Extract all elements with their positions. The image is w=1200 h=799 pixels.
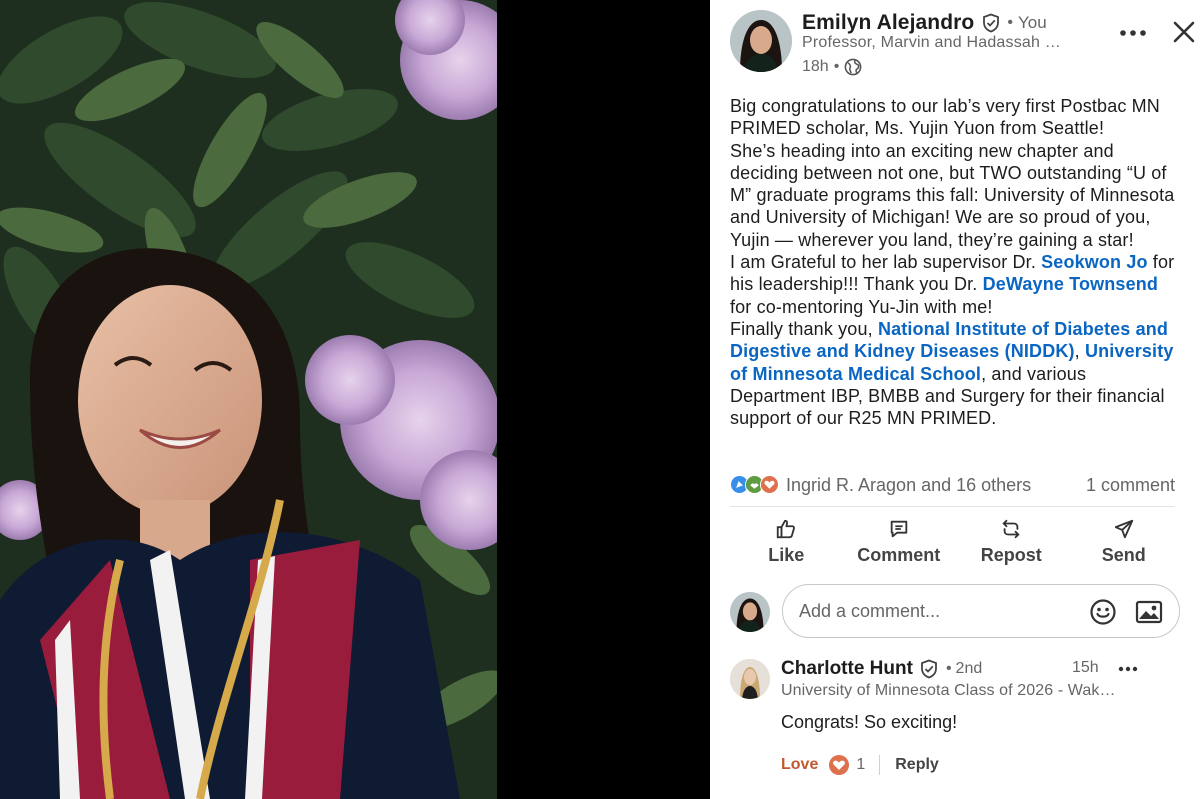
post-paragraph-3: I am Grateful to her lab supervisor Dr. … (730, 251, 1180, 318)
comment-text: Congrats! So exciting! (781, 712, 958, 732)
more-horizontal-icon (1118, 666, 1138, 672)
like-button[interactable]: Like (730, 514, 843, 570)
author-info: Emilyn Alejandro • You Professor, Marvin… (802, 10, 1072, 78)
comment-actions: Love 1 Reply (781, 753, 939, 777)
comment-label: Comment (857, 545, 941, 565)
post-body: Big congratulations to our lab’s very fi… (730, 95, 1180, 429)
post-text: , (1074, 341, 1085, 362)
comment-input-container (782, 584, 1180, 638)
more-horizontal-icon (1120, 30, 1146, 36)
comment-more-options-button[interactable] (1116, 661, 1140, 677)
commenter-avatar[interactable] (730, 659, 770, 699)
commenter-headline: University of Minnesota Class of 2026 - … (781, 682, 1116, 699)
degree-separator: • (945, 660, 952, 677)
comment-bubble-icon (888, 518, 910, 540)
globe-icon (844, 58, 862, 76)
divider (730, 506, 1175, 507)
post-time: 18h (802, 58, 829, 75)
send-icon (1113, 518, 1135, 540)
mention-link[interactable]: Seokwon Jo (1041, 252, 1148, 272)
post-paragraph-2: She’s heading into an exciting new chapt… (730, 140, 1175, 250)
reply-button[interactable]: Reply (895, 756, 939, 774)
post-photo[interactable] (0, 0, 497, 799)
post-actions: Like Comment Repost Send (730, 514, 1180, 570)
emoji-icon[interactable] (1089, 598, 1117, 626)
love-icon (760, 475, 780, 495)
photo-viewer (0, 0, 710, 799)
comment-item: Charlotte Hunt • 2nd 15h University of M… (730, 655, 1180, 785)
author-name[interactable]: Emilyn Alejandro (802, 11, 974, 35)
commenter-name[interactable]: Charlotte Hunt (781, 658, 913, 680)
post-text: for co-mentoring Yu-Jin with me! (730, 296, 993, 317)
comment-input[interactable] (799, 600, 1079, 622)
close-button[interactable] (1168, 16, 1200, 48)
comment-button[interactable]: Comment (843, 514, 956, 570)
post-text: I am Grateful to her lab supervisor Dr. (730, 252, 1042, 273)
send-button[interactable]: Send (1068, 514, 1181, 570)
author-avatar[interactable] (730, 10, 792, 72)
comment-reaction-count[interactable]: 1 (856, 756, 865, 774)
post-header: Emilyn Alejandro • You Professor, Marvin… (730, 10, 1195, 80)
reactions-summary[interactable]: Ingrid R. Aragon and 16 others (730, 475, 1031, 496)
time-separator: • (833, 58, 840, 75)
comment-reaction-button[interactable]: Love (781, 756, 818, 774)
like-label: Like (768, 545, 805, 565)
reaction-icons (730, 475, 780, 495)
relation-label: You (1017, 13, 1047, 32)
verified-shield-icon (919, 659, 939, 679)
repost-label: Repost (980, 545, 1042, 565)
connection-degree: 2nd (955, 660, 983, 677)
repost-button[interactable]: Repost (955, 514, 1068, 570)
verified-shield-icon (981, 13, 1001, 33)
comments-count[interactable]: 1 comment (1086, 475, 1175, 496)
mention-link[interactable]: DeWayne Townsend (983, 274, 1158, 294)
post-more-options-button[interactable] (1116, 22, 1150, 44)
thumbs-up-icon (775, 518, 797, 540)
love-icon (829, 755, 850, 775)
divider (879, 755, 881, 775)
author-headline: Professor, Marvin and Hadassah … (802, 34, 1061, 51)
image-icon[interactable] (1135, 599, 1163, 625)
post-detail-panel: Emilyn Alejandro • You Professor, Marvin… (710, 0, 1200, 799)
social-counts: Ingrid R. Aragon and 16 others 1 comment (730, 472, 1175, 498)
reactions-text: Ingrid R. Aragon and 16 others (786, 474, 1032, 495)
current-user-avatar[interactable] (730, 592, 770, 632)
post-text: Finally thank you, (730, 318, 878, 339)
post-paragraph-1: Big congratulations to our lab’s very fi… (730, 96, 1160, 139)
send-label: Send (1101, 545, 1146, 565)
repost-icon (1000, 518, 1022, 540)
post-paragraph-4: Finally thank you, National Institute of… (730, 318, 1180, 429)
close-icon (1173, 21, 1195, 43)
comment-time: 15h (1072, 659, 1099, 676)
comment-composer (730, 584, 1180, 638)
relation-separator: • (1007, 14, 1013, 31)
